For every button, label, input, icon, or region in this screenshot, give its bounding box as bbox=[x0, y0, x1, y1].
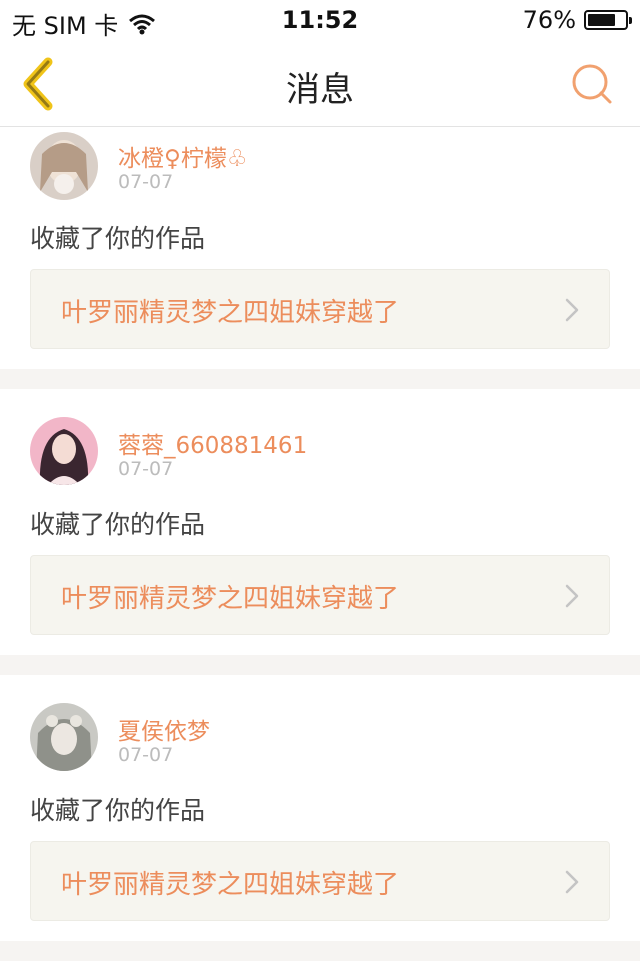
message-card: 夏侯依梦 07-07 收藏了你的作品 叶罗丽精灵梦之四姐妹穿越了 bbox=[0, 675, 640, 941]
avatar[interactable] bbox=[30, 703, 98, 771]
action-text: 收藏了你的作品 bbox=[30, 224, 206, 253]
message-date: 07-07 bbox=[118, 744, 174, 766]
battery-percent: 76% bbox=[522, 6, 576, 34]
work-title: 叶罗丽精灵梦之四姐妹穿越了 bbox=[61, 870, 400, 900]
message-date: 07-07 bbox=[118, 171, 174, 193]
message-list: 冰橙♀柠檬♧ 07-07 收藏了你的作品 叶罗丽精灵梦之四姐妹穿越了 蓉蓉_66… bbox=[0, 127, 640, 961]
message-card: 冰橙♀柠檬♧ 07-07 收藏了你的作品 叶罗丽精灵梦之四姐妹穿越了 bbox=[0, 127, 640, 369]
work-link[interactable]: 叶罗丽精灵梦之四姐妹穿越了 bbox=[30, 269, 610, 349]
message-card: 蓉蓉_660881461 07-07 收藏了你的作品 叶罗丽精灵梦之四姐妹穿越了 bbox=[0, 389, 640, 655]
work-title: 叶罗丽精灵梦之四姐妹穿越了 bbox=[61, 584, 400, 614]
username[interactable]: 夏侯依梦 bbox=[118, 712, 210, 746]
work-link[interactable]: 叶罗丽精灵梦之四姐妹穿越了 bbox=[30, 555, 610, 635]
avatar[interactable] bbox=[30, 417, 98, 485]
avatar[interactable] bbox=[30, 132, 98, 200]
nav-bar: 消息 bbox=[0, 40, 640, 127]
work-link[interactable]: 叶罗丽精灵梦之四姐妹穿越了 bbox=[30, 841, 610, 921]
page-title: 消息 bbox=[286, 70, 354, 110]
action-text: 收藏了你的作品 bbox=[30, 510, 206, 539]
action-text: 收藏了你的作品 bbox=[30, 796, 206, 825]
status-bar: 无 SIM 卡 11:52 76% bbox=[0, 0, 640, 40]
message-date: 07-07 bbox=[118, 458, 174, 480]
search-icon[interactable] bbox=[570, 62, 614, 106]
username[interactable]: 蓉蓉_660881461 bbox=[118, 426, 307, 460]
battery-status: 76% bbox=[522, 6, 632, 34]
work-title: 叶罗丽精灵梦之四姐妹穿越了 bbox=[61, 298, 400, 328]
username[interactable]: 冰橙♀柠檬♧ bbox=[118, 139, 247, 173]
chevron-right-icon bbox=[565, 298, 579, 322]
battery-icon bbox=[584, 10, 632, 30]
chevron-right-icon bbox=[565, 870, 579, 894]
battery-fill bbox=[588, 14, 615, 26]
chevron-right-icon bbox=[565, 584, 579, 608]
